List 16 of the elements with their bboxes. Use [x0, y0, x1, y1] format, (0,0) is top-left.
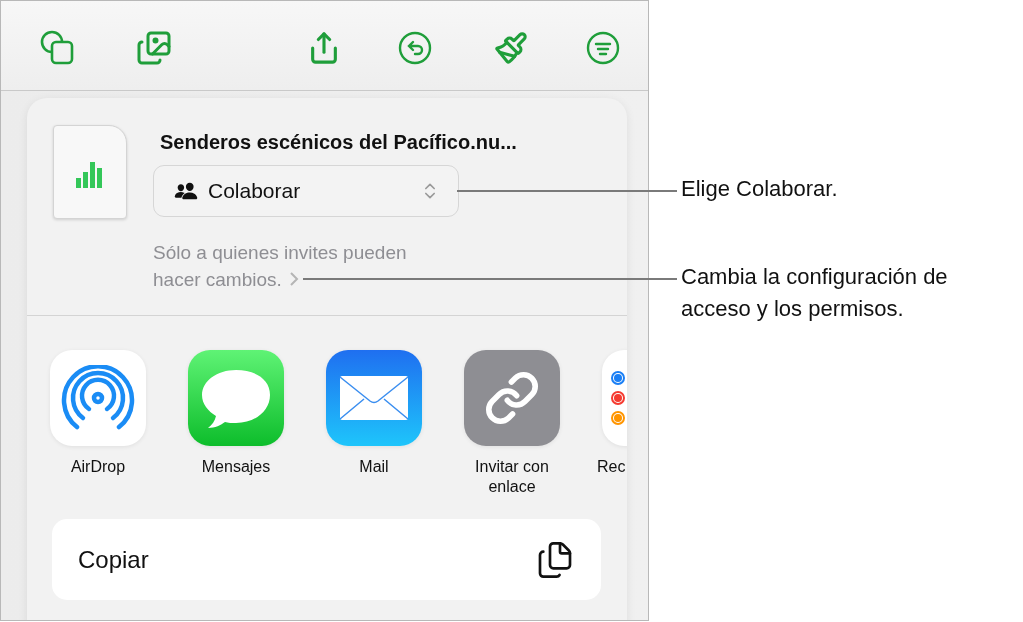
images-icon[interactable]	[136, 30, 172, 66]
copy-action[interactable]: Copiar	[52, 519, 601, 600]
collaborate-dropdown[interactable]: Colaborar	[153, 165, 459, 217]
list-dots-icon	[610, 370, 626, 426]
airdrop-icon	[61, 365, 135, 431]
callout-text: Elige Colaborar.	[681, 175, 839, 203]
menu-icon[interactable]	[585, 30, 621, 66]
shapes-icon[interactable]	[40, 30, 76, 66]
paintbrush-icon[interactable]	[493, 30, 529, 66]
callout-text: Cambia la configuración de acceso y los permisos.	[681, 263, 949, 323]
undo-icon[interactable]	[397, 30, 433, 66]
envelope-icon	[339, 375, 409, 421]
chevron-right-icon[interactable]	[287, 271, 300, 287]
link-icon	[484, 370, 540, 426]
file-title: Senderos escénicos del Pacífico.nu...	[159, 130, 517, 154]
spreadsheet-file-icon	[53, 125, 127, 219]
